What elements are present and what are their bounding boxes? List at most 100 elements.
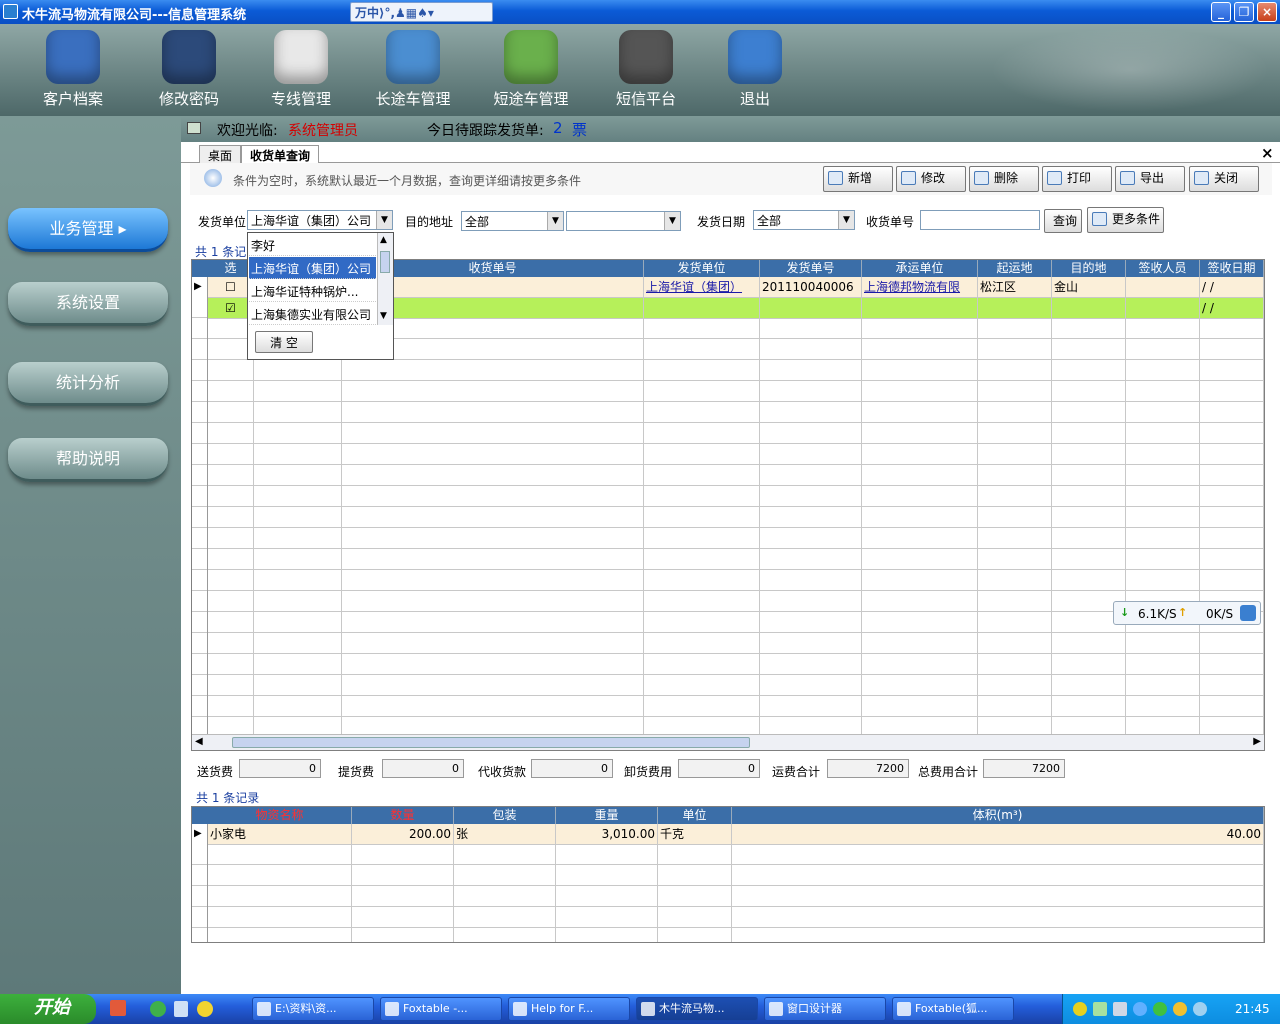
qq-icon[interactable]	[1073, 1002, 1087, 1016]
dropdown-item[interactable]: 李好	[249, 234, 376, 256]
grid1-col-header[interactable]: 发货单位	[644, 260, 760, 277]
fee-value[interactable]: 7200	[983, 759, 1065, 778]
chevron-down-icon[interactable]: ▼	[547, 212, 563, 230]
fee-value[interactable]: 0	[678, 759, 760, 778]
scroll-thumb[interactable]	[380, 251, 390, 273]
grid1-cell: 松江区	[978, 277, 1052, 298]
chevron-down-icon[interactable]: ▼	[376, 211, 392, 229]
action-button-0[interactable]: 新增	[823, 166, 893, 192]
sync-icon[interactable]	[1193, 1002, 1207, 1016]
grid1-col-header[interactable]: 目的地	[1052, 260, 1126, 277]
grid1-col-header[interactable]: 起运地	[978, 260, 1052, 277]
chevron-down-icon[interactable]: ▼	[838, 211, 854, 229]
grid1-cell[interactable]: 上海德邦物流有限	[862, 277, 978, 298]
action-button-5[interactable]: 关闭	[1189, 166, 1259, 192]
toolbar-button-5[interactable]: 短信平台	[596, 24, 696, 112]
taskbar-task[interactable]: Foxtable -...	[380, 997, 502, 1021]
volume-icon[interactable]	[1113, 1002, 1127, 1016]
toolbar-label: 客户档案	[42, 90, 103, 108]
dropdown-scrollbar[interactable]: ▲ ▼	[377, 233, 393, 325]
shield-icon[interactable]	[1133, 1002, 1147, 1016]
toolbar-button-6[interactable]: 退出	[705, 24, 805, 112]
grid2-col-header[interactable]: 体积(m³)	[732, 807, 1264, 824]
scroll-right-icon[interactable]: ▶	[1253, 736, 1261, 747]
grid-hscrollbar[interactable]: ◀ ▶	[192, 734, 1264, 750]
action-button-3[interactable]: 打印	[1042, 166, 1112, 192]
dropdown-item[interactable]: 上海华谊（集团）公司	[249, 257, 376, 279]
toolbar-button-3[interactable]: 长途车管理	[363, 24, 463, 112]
grid1-cell[interactable]: 上海华谊（集团）	[644, 277, 760, 298]
grid1-col-header[interactable]: 签收人员	[1126, 260, 1200, 277]
quicklaunch-recycle-icon[interactable]	[174, 1001, 188, 1017]
taskbar-task[interactable]: 木牛流马物...	[636, 997, 758, 1021]
date-combo[interactable]: 全部 ▼	[753, 210, 855, 230]
grid2-col-header[interactable]: 数量	[352, 807, 454, 824]
grid2-cell: 40.00	[732, 824, 1264, 845]
grid2-col-header[interactable]: 重量	[556, 807, 658, 824]
update-icon[interactable]	[1173, 1002, 1187, 1016]
net-speed-widget[interactable]: ↓ 6.1K/S ↑ 0K/S	[1113, 601, 1261, 625]
quicklaunch-icon[interactable]	[110, 1000, 126, 1016]
chevron-down-icon[interactable]: ▼	[664, 212, 680, 230]
sidebar-item-3[interactable]: 帮助说明	[8, 438, 168, 482]
more-conditions-button[interactable]: 更多条件	[1087, 207, 1164, 233]
network-icon[interactable]	[1093, 1002, 1107, 1016]
receipt-input[interactable]	[920, 210, 1040, 230]
scroll-down-icon[interactable]: ▼	[380, 311, 387, 321]
fee-value[interactable]: 0	[382, 759, 464, 778]
browser-icon[interactable]	[1240, 605, 1256, 621]
welcome-bar: 欢迎光临: 系统管理员 今日待跟踪发货单: 2 票	[181, 116, 1280, 142]
pending-count[interactable]: 2	[553, 119, 563, 137]
toolbar-button-4[interactable]: 短途车管理	[481, 24, 581, 112]
dropdown-item[interactable]: 上海集德实业有限公司	[249, 303, 376, 325]
taskbar-task[interactable]: E:\资料\资...	[252, 997, 374, 1021]
task-icon	[641, 1002, 655, 1016]
close-window-button[interactable]: ×	[1257, 2, 1277, 22]
grid2-col-header[interactable]: 单位	[658, 807, 732, 824]
toolbar-button-1[interactable]: 修改密码	[139, 24, 239, 112]
receipt-label: 收货单号	[866, 215, 915, 229]
quicklaunch-refresh-icon[interactable]	[150, 1001, 166, 1017]
tab-close-icon[interactable]: ×	[1261, 144, 1274, 162]
scroll-thumb[interactable]	[232, 737, 750, 748]
action-button-4[interactable]: 导出	[1115, 166, 1185, 192]
goods-grid[interactable]: 物资名称 数量 包装 重量 单位 体积(m³) ▶ 小家电 200.00 张 3,010.00 千克 4…	[191, 806, 1265, 943]
scroll-left-icon[interactable]: ◀	[195, 736, 203, 747]
action-button-2[interactable]: 删除	[969, 166, 1039, 192]
grid2-col-header[interactable]: 物资名称	[208, 807, 352, 824]
sidebar-item-0[interactable]: 业务管理 ▸	[8, 208, 168, 252]
grid1-col-header[interactable]: 发货单号	[760, 260, 862, 277]
maximize-button[interactable]: ❐	[1234, 2, 1254, 22]
tab-desktop[interactable]: 桌面	[199, 145, 242, 163]
sidebar-item-1[interactable]: 系统设置	[8, 282, 168, 326]
grid1-col-header[interactable]: 承运单位	[862, 260, 978, 277]
grid2-col-header[interactable]: 包装	[454, 807, 556, 824]
quicklaunch-plus-icon[interactable]	[197, 1001, 213, 1017]
sidebar-item-2[interactable]: 统计分析	[8, 362, 168, 406]
dest-combo[interactable]: 全部 ▼	[461, 211, 564, 231]
sender-dropdown-list[interactable]: 李好 上海华谊（集团）公司 上海华证特种锅炉... 上海集德实业有限公司 ▲ ▼ 清 …	[247, 232, 394, 360]
fee-value[interactable]: 7200	[827, 759, 909, 778]
taskbar-task[interactable]: Foxtable(狐...	[892, 997, 1014, 1021]
title-bar[interactable]: 木牛流马物流有限公司---信息管理系统	[0, 0, 1280, 24]
taskbar-task[interactable]: Help for F...	[508, 997, 630, 1021]
action-button-1[interactable]: 修改	[896, 166, 966, 192]
taskbar-task[interactable]: 窗口设计器	[764, 997, 886, 1021]
toolbar-label: 退出	[739, 90, 770, 108]
ime-toolbar[interactable]: 万中⟩°,♟▦♠▾	[350, 2, 493, 22]
minimize-button[interactable]: _	[1211, 2, 1231, 22]
query-button[interactable]: 查询	[1044, 209, 1082, 233]
fee-value[interactable]: 0	[531, 759, 613, 778]
antivirus-icon[interactable]	[1153, 1002, 1167, 1016]
tab-receipt-query[interactable]: 收货单查询	[241, 145, 320, 163]
start-button[interactable]: 开始	[0, 994, 96, 1024]
fee-value[interactable]: 0	[239, 759, 321, 778]
clear-button[interactable]: 清 空	[255, 331, 313, 353]
dest2-combo[interactable]: ▼	[566, 211, 681, 231]
sender-combo[interactable]: 上海华谊（集团）公司 ▼	[247, 210, 393, 230]
toolbar-button-0[interactable]: 客户档案	[23, 24, 123, 112]
toolbar-button-2[interactable]: 专线管理	[251, 24, 351, 112]
dropdown-item[interactable]: 上海华证特种锅炉...	[249, 280, 376, 302]
grid1-col-header[interactable]: 签收日期	[1200, 260, 1264, 277]
scroll-up-icon[interactable]: ▲	[380, 235, 387, 245]
